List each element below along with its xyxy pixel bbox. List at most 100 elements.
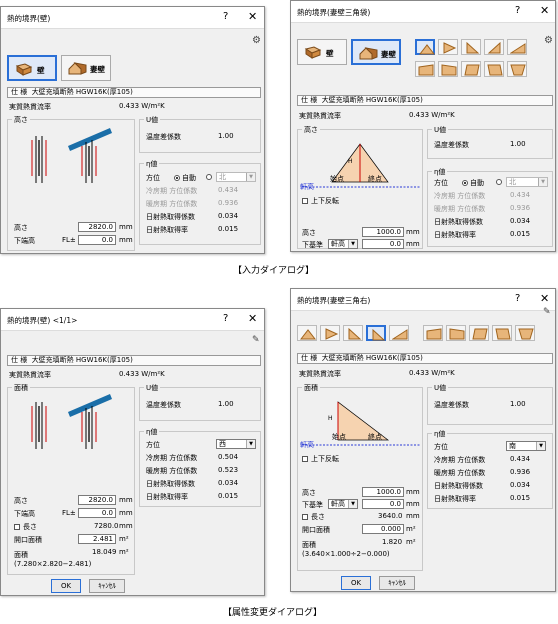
height-input[interactable]: 2820.0: [78, 222, 116, 232]
shape-triangle-center[interactable]: [415, 39, 435, 55]
u-value-group: U値 温度差係数 1.00: [427, 383, 553, 425]
u-group-title: U値: [432, 125, 449, 135]
shape-triangle-right[interactable]: [438, 39, 458, 55]
help-button[interactable]: ?: [515, 5, 520, 16]
temp-diff-label: 温度差係数: [146, 401, 181, 409]
base-select[interactable]: 軒高 ▼: [328, 239, 358, 249]
cancel-button[interactable]: ｷｬﾝｾﾙ: [89, 579, 125, 593]
azimuth-select[interactable]: 北 ▼: [216, 172, 256, 182]
wall-diagram: [31, 394, 112, 449]
solar-acq-label: 日射熱取得係数: [434, 218, 483, 226]
eta-group-title: η値: [432, 167, 448, 177]
close-button[interactable]: ✕: [540, 4, 549, 17]
eaves-label: 軒高: [300, 183, 314, 191]
gable-right-diagram: [302, 401, 420, 446]
down-input[interactable]: 0.0: [78, 508, 116, 518]
length-checkbox[interactable]: 長さ: [302, 512, 325, 522]
titlebar: 熱的境界(壁) ? ✕: [1, 7, 264, 29]
solar-acq-value: 0.034: [510, 481, 531, 489]
height-input[interactable]: 1000.0: [362, 487, 404, 497]
spec-value: 大壁充填断熱 HGW16K(厚105): [31, 88, 133, 96]
shape-triangle-left-up[interactable]: [461, 39, 481, 55]
heat-flow-value: 0.433 W/m²K: [119, 370, 165, 378]
shape-triangle-right-up[interactable]: [484, 39, 504, 55]
azimuth-select[interactable]: 西 ▼: [216, 439, 256, 449]
solar-acq-value: 0.034: [218, 479, 239, 487]
gable-mode-button[interactable]: 妻壁: [61, 55, 111, 81]
shape-trapezoid-b[interactable]: [438, 61, 458, 77]
shape-trapezoid-e[interactable]: [507, 61, 527, 77]
height-unit: mm: [119, 496, 133, 504]
base-select[interactable]: 軒高 ▼: [328, 499, 358, 509]
shape-trapezoid-a[interactable]: [423, 325, 443, 341]
warm-label: 暖房期 方位係数: [146, 467, 198, 475]
shape-triangle-right-selected[interactable]: [366, 325, 386, 341]
solar-acq-label: 日射熱取得係数: [146, 213, 195, 221]
fl-label: FL±: [62, 236, 76, 244]
down-input[interactable]: 0.0: [362, 499, 404, 509]
shape-triangle-left-up[interactable]: [343, 325, 363, 341]
close-button[interactable]: ✕: [248, 312, 257, 325]
shape-triangle-right[interactable]: [320, 325, 340, 341]
azimuth-label: 方位: [434, 179, 448, 187]
ok-button[interactable]: OK: [51, 579, 81, 593]
reverse-checkbox[interactable]: 上下反転: [302, 454, 339, 464]
gear-icon[interactable]: ⚙: [251, 35, 262, 46]
spec-box[interactable]: 仕 様 大壁充填断熱 HGW16K(厚105): [7, 87, 261, 98]
shape-trapezoid-c[interactable]: [469, 325, 489, 341]
caption-input-dialog: 【入力ダイアログ】: [233, 266, 315, 276]
azimuth-select[interactable]: 南 ▼: [506, 441, 546, 451]
wall-mode-button[interactable]: 壁: [7, 55, 57, 81]
shape-trapezoid-b[interactable]: [446, 325, 466, 341]
opening-input[interactable]: 0.000: [362, 524, 404, 534]
solar-rate-value: 0.015: [510, 230, 531, 238]
edit-pencil-icon[interactable]: ✎: [252, 335, 260, 345]
dialog-title: 熱的境界(壁): [7, 14, 51, 23]
gable-mode-button[interactable]: 妻壁: [351, 39, 401, 65]
shape-triangle-center[interactable]: [297, 325, 317, 341]
spec-box[interactable]: 仕 様 大壁充填断熱 HGW16K(厚105): [7, 355, 261, 366]
wall-mode-button[interactable]: 壁: [297, 39, 347, 65]
shape-triangle-slope[interactable]: [507, 39, 527, 55]
down-input[interactable]: 0.0: [362, 239, 404, 249]
azimuth-select[interactable]: 北 ▼: [506, 177, 548, 187]
down-input[interactable]: 0.0: [78, 235, 116, 245]
shape-trapezoid-d[interactable]: [484, 61, 504, 77]
cancel-button[interactable]: ｷｬﾝｾﾙ: [379, 576, 415, 590]
manual-radio[interactable]: [206, 173, 214, 181]
solar-acq-label: 日射熱取得係数: [434, 482, 483, 490]
close-button[interactable]: ✕: [540, 292, 549, 305]
gear-icon[interactable]: ⚙: [543, 35, 554, 46]
close-button[interactable]: ✕: [248, 10, 257, 23]
temp-diff-label: 温度差係数: [434, 401, 469, 409]
shape-trapezoid-c[interactable]: [461, 61, 481, 77]
fl-label: FL±: [62, 509, 76, 517]
help-button[interactable]: ?: [515, 293, 520, 304]
height-input[interactable]: 1000.0: [362, 227, 404, 237]
area-unit: m²: [119, 548, 129, 556]
titlebar: 熱的境界(妻壁三角袋) ? ✕: [291, 1, 555, 23]
auto-radio[interactable]: 自動: [462, 178, 484, 188]
manual-radio[interactable]: [496, 178, 504, 186]
shape-trapezoid-d[interactable]: [492, 325, 512, 341]
height-input[interactable]: 2820.0: [78, 495, 116, 505]
shape-trapezoid-e[interactable]: [515, 325, 535, 341]
spec-box[interactable]: 仕 様 大壁充填断熱 HGW16K(厚105): [297, 95, 553, 106]
help-button[interactable]: ?: [223, 313, 228, 324]
down-unit: mm: [406, 500, 420, 508]
auto-radio[interactable]: 自動: [174, 173, 196, 183]
ok-button[interactable]: OK: [341, 576, 371, 590]
help-button[interactable]: ?: [223, 11, 228, 22]
shape-trapezoid-a[interactable]: [415, 61, 435, 77]
titlebar: 熱的境界(妻壁三角右) ? ✕: [291, 289, 555, 311]
gable-mode-label: 妻壁: [90, 65, 105, 74]
opening-input[interactable]: 2.481: [78, 534, 116, 544]
reverse-checkbox[interactable]: 上下反転: [302, 196, 339, 206]
warm-label: 暖房期 方位係数: [434, 205, 486, 213]
shape-triangle-slope[interactable]: [389, 325, 409, 341]
length-checkbox[interactable]: 長さ: [14, 522, 37, 532]
temp-diff-value: 1.00: [218, 400, 234, 408]
edit-pencil-icon[interactable]: ✎: [543, 307, 551, 317]
height-label: 高さ: [302, 489, 316, 497]
spec-box[interactable]: 仕 様 大壁充填断熱 HGW16K(厚105): [297, 353, 553, 364]
